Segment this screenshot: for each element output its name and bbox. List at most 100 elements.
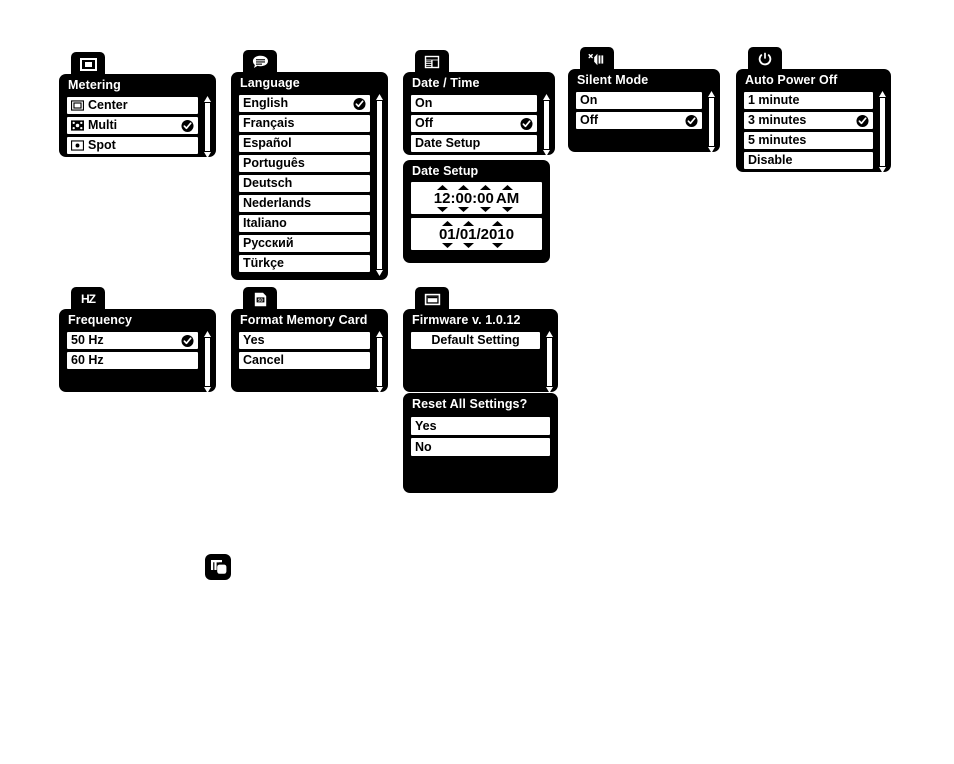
stepper-up-icon[interactable] <box>462 220 474 226</box>
list-item[interactable]: Yes <box>410 416 551 436</box>
panel-language-body: Language English Français Español Portug… <box>231 72 388 280</box>
list-item[interactable]: Italiano <box>238 214 371 233</box>
list-item[interactable]: Nederlands <box>238 194 371 213</box>
list-item[interactable]: Date Setup <box>410 134 538 153</box>
panel-reset-all-settings-title: Reset All Settings? <box>412 397 528 411</box>
scrollbar-track[interactable] <box>708 97 715 147</box>
stepper-up-icon[interactable] <box>436 184 448 190</box>
tab-silent-mode[interactable] <box>580 47 614 71</box>
scrollbar-track[interactable] <box>204 337 211 387</box>
metering-list: Center Multi Spot <box>66 96 199 156</box>
hour-stepper[interactable]: 12 <box>434 184 450 212</box>
list-item[interactable]: Русский <box>238 234 371 253</box>
stepper-up-icon[interactable] <box>441 220 453 226</box>
scrollbar[interactable] <box>203 96 212 158</box>
list-item[interactable]: Français <box>238 114 371 133</box>
date-spinner[interactable]: 01 / 01 / 2010 <box>410 217 543 251</box>
checkmark-selected-icon <box>520 117 533 130</box>
scroll-down-arrow-icon[interactable] <box>204 387 211 393</box>
stepper-up-icon[interactable] <box>458 184 470 190</box>
scrollbar-track[interactable] <box>376 100 383 270</box>
time-spinner[interactable]: 12 : 00 : 00 AM <box>410 181 543 215</box>
list-item[interactable]: Multi <box>66 116 199 135</box>
scrollbar[interactable] <box>375 331 384 393</box>
list-item-label: Off <box>580 113 599 128</box>
scrollbar[interactable] <box>203 331 212 393</box>
list-item-label: 1 minute <box>748 93 800 108</box>
list-item-label: Deutsch <box>243 176 293 191</box>
list-item[interactable]: Cancel <box>238 351 371 370</box>
list-item[interactable]: 1 minute <box>743 91 874 110</box>
second-stepper[interactable]: 00 <box>477 184 494 212</box>
list-item[interactable]: Português <box>238 154 371 173</box>
scrollbar-track[interactable] <box>879 97 886 167</box>
stepper-down-icon[interactable] <box>462 242 474 248</box>
scrollbar[interactable] <box>707 91 716 153</box>
list-item[interactable]: Off <box>410 114 538 133</box>
stepper-up-icon[interactable] <box>491 220 503 226</box>
list-item[interactable]: Default Setting <box>410 331 541 350</box>
stepper-down-icon[interactable] <box>458 206 470 212</box>
scrollbar[interactable] <box>542 94 551 156</box>
minute-stepper[interactable]: 00 <box>455 184 472 212</box>
list-item[interactable]: Yes <box>238 331 371 350</box>
tab-datetime[interactable] <box>415 50 449 74</box>
tab-language[interactable] <box>243 50 277 74</box>
list-item[interactable]: Deutsch <box>238 174 371 193</box>
checkmark-selected-icon <box>685 114 698 127</box>
scrollbar-track[interactable] <box>204 102 211 152</box>
list-item[interactable]: English <box>238 94 371 113</box>
scrollbar[interactable] <box>878 91 887 173</box>
list-item-label: On <box>415 96 433 111</box>
list-item[interactable]: 50 Hz <box>66 331 199 350</box>
scroll-down-arrow-icon[interactable] <box>879 167 886 173</box>
scrollbar-track[interactable] <box>546 337 553 387</box>
multi-frame-icon[interactable] <box>205 554 231 580</box>
tab-format-memory-card[interactable]: SD <box>243 287 277 311</box>
stepper-up-icon[interactable] <box>502 184 514 190</box>
scrollbar[interactable] <box>375 94 384 276</box>
year-stepper[interactable]: 2010 <box>481 220 514 248</box>
frequency-list: 50 Hz 60 Hz <box>66 331 199 371</box>
tab-frequency[interactable]: HZ <box>71 287 105 311</box>
list-item[interactable]: Disable <box>743 151 874 170</box>
list-item[interactable]: On <box>575 91 703 110</box>
stepper-down-icon[interactable] <box>480 206 492 212</box>
list-item-label: Default Setting <box>431 333 520 348</box>
scroll-down-arrow-icon[interactable] <box>376 387 383 393</box>
stepper-down-icon[interactable] <box>502 206 514 212</box>
scrollbar-track[interactable] <box>376 337 383 387</box>
list-item[interactable]: 5 minutes <box>743 131 874 150</box>
list-item[interactable]: On <box>410 94 538 113</box>
firmware-list: Default Setting <box>410 331 541 351</box>
list-item-label: No <box>415 439 432 454</box>
list-item[interactable]: No <box>410 437 551 457</box>
scrollbar-track[interactable] <box>543 100 550 150</box>
speech-bubble-icon <box>252 55 268 68</box>
list-item[interactable]: Off <box>575 111 703 130</box>
day-stepper[interactable]: 01 <box>460 220 477 248</box>
list-item[interactable]: 3 minutes <box>743 111 874 130</box>
scroll-down-arrow-icon[interactable] <box>376 270 383 276</box>
scrollbar[interactable] <box>545 331 554 393</box>
list-item[interactable]: Español <box>238 134 371 153</box>
stepper-down-icon[interactable] <box>491 242 503 248</box>
list-item[interactable]: Center <box>66 96 199 115</box>
panel-format-memory-card-body: Format Memory Card Yes Cancel <box>231 309 388 393</box>
tab-auto-power-off[interactable] <box>748 47 782 71</box>
list-item[interactable]: Türkçe <box>238 254 371 273</box>
tab-metering[interactable] <box>71 52 105 76</box>
month-stepper[interactable]: 01 <box>439 220 456 248</box>
meridiem-stepper[interactable]: AM <box>496 184 519 212</box>
list-item[interactable]: Spot <box>66 136 199 155</box>
stepper-down-icon[interactable] <box>436 206 448 212</box>
list-item[interactable]: 60 Hz <box>66 351 199 370</box>
scroll-down-arrow-icon[interactable] <box>204 152 211 158</box>
stepper-down-icon[interactable] <box>441 242 453 248</box>
multi-frame-icon-glyph <box>205 554 231 580</box>
tab-firmware[interactable] <box>415 287 449 311</box>
stepper-up-icon[interactable] <box>480 184 492 190</box>
scroll-down-arrow-icon[interactable] <box>543 150 550 156</box>
scroll-down-arrow-icon[interactable] <box>708 147 715 153</box>
monitor-icon <box>424 293 440 305</box>
